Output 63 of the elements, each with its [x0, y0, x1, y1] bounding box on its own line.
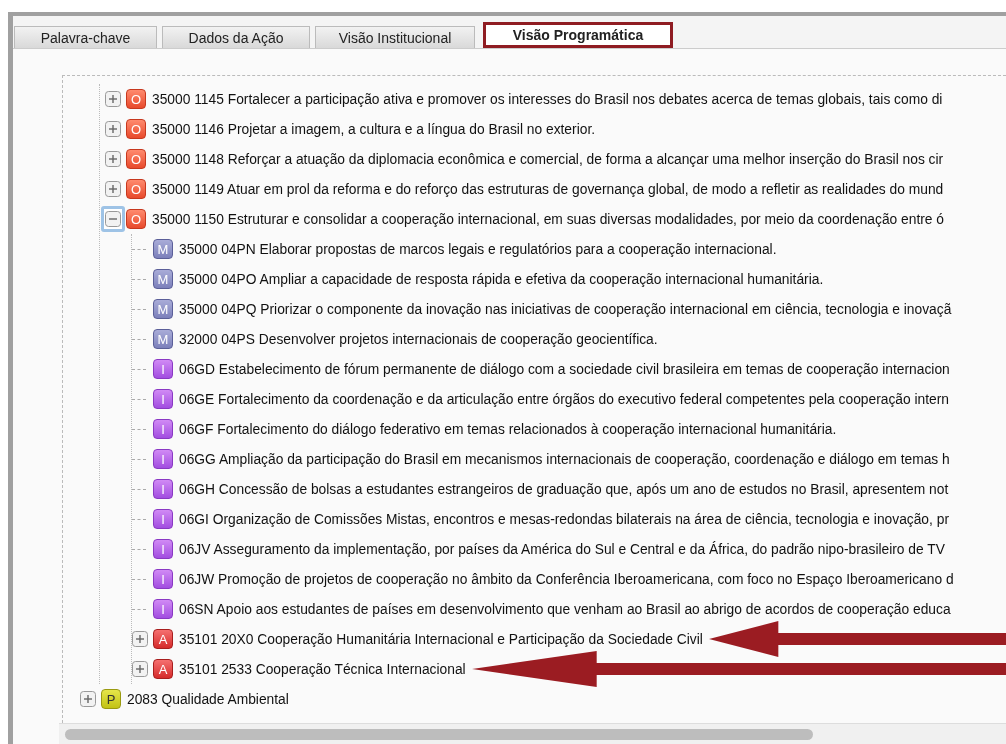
tree-item-label[interactable]: 06GD Estabelecimento de fórum permanente de diálogo com a sociedade civil brasileira em temas de cooperação internacion	[179, 361, 950, 377]
tree-toggle[interactable]	[105, 121, 121, 137]
tree-item-label[interactable]: 06GE Fortalecimento da coordenação e da articulação entre órgãos do executivo federal competentes pela cooperação intern	[179, 391, 950, 407]
type-badge: I	[153, 569, 173, 589]
tree-item-label[interactable]: 32000 04PS Desenvolver projetos internacionais de cooperação geocientífica.	[179, 331, 658, 347]
type-badge: M	[153, 239, 173, 259]
type-badge: I	[153, 479, 173, 499]
tab[interactable]: Dados da Ação	[162, 26, 310, 48]
type-badge: M	[153, 269, 173, 289]
expand-icon	[80, 691, 96, 707]
type-badge: O	[126, 209, 146, 229]
type-badge: I	[153, 509, 173, 529]
tree-item-label[interactable]: 35000 1149 Atuar em prol da reforma e do reforço das estruturas de governança global, de modo a refletir as realidades do mund	[152, 181, 944, 197]
tree-item-label[interactable]: 06GH Concessão de bolsas a estudantes estrangeiros de graduação que, após um ano de estudos no Brasil, apresentem not	[179, 481, 949, 497]
type-badge: A	[153, 629, 173, 649]
type-badge: I	[153, 599, 173, 619]
expand-icon	[105, 151, 121, 167]
tree-item-label[interactable]: 35101 20X0 Cooperação Humanitária Internacional e Participação da Sociedade Civil	[179, 631, 703, 647]
type-badge: M	[153, 299, 173, 319]
tree-item-label[interactable]: 35000 04PN Elaborar propostas de marcos legais e regulatórios para a cooperação internacional.	[179, 241, 777, 257]
collapse-icon	[105, 211, 121, 227]
tree-toggle[interactable]	[105, 181, 121, 197]
tree-item-label[interactable]: 06GG Ampliação da participação do Brasil em mecanismos internacionais de cooperação, coordenação e diálogo em temas h	[179, 451, 950, 467]
type-badge: O	[126, 119, 146, 139]
tab[interactable]: Visão Programática	[483, 22, 673, 48]
type-badge: P	[101, 689, 121, 709]
tree-item-label[interactable]: 2083 Qualidade Ambiental	[127, 691, 289, 707]
tree-toggle[interactable]	[80, 691, 96, 707]
type-badge: O	[126, 179, 146, 199]
tab[interactable]: Palavra-chave	[14, 26, 157, 48]
horizontal-scrollbar[interactable]	[59, 723, 1006, 744]
tree-item-label[interactable]: 06GI Organização de Comissões Mistas, encontros e mesas-redondas bilaterais na área de ciência, tecnologia e inovação, pr	[179, 511, 949, 527]
tree-item-label[interactable]: 35000 04PO Ampliar a capacidade de resposta rápida e efetiva da cooperação internacional humanitária.	[179, 271, 824, 287]
tab[interactable]: Visão Institucional	[315, 26, 475, 48]
tree-toggle[interactable]	[132, 631, 148, 647]
expand-icon	[132, 631, 148, 647]
expand-icon	[132, 661, 148, 677]
type-badge: M	[153, 329, 173, 349]
type-badge: I	[153, 449, 173, 469]
type-badge: I	[153, 389, 173, 409]
type-badge: I	[153, 359, 173, 379]
tree-toggle[interactable]	[101, 206, 125, 232]
tree-item-label[interactable]: 06JW Promoção de projetos de cooperação no âmbito da Conferência Iberoamericana, com foco no Espaço Iberoamericano d	[179, 571, 954, 587]
tree-toggle[interactable]	[105, 91, 121, 107]
tree-item-label[interactable]: 35000 1145 Fortalecer a participação ativa e promover os interesses do Brasil nos debates acerca de temas globais, tais como di	[152, 91, 943, 107]
type-badge: I	[153, 419, 173, 439]
tree-item-label[interactable]: 35000 1148 Reforçar a atuação da diplomacia econômica e comercial, de forma a alcançar uma melhor inserção do Brasil nos cir	[152, 151, 944, 167]
tree-toggle[interactable]	[105, 151, 121, 167]
tree-item-label[interactable]: 35000 1150 Estruturar e consolidar a cooperação internacional, em suas diversas modalidades, por meio da coordenação entre ó	[152, 211, 944, 227]
expand-icon	[105, 181, 121, 197]
tree-item-label[interactable]: 06GF Fortalecimento do diálogo federativo em temas relacionados à cooperação internacional humanitária.	[179, 421, 837, 437]
tree-item-label[interactable]: 35101 2533 Cooperação Técnica Internacional	[179, 661, 466, 677]
tree-toggle[interactable]	[132, 661, 148, 677]
type-badge: O	[126, 89, 146, 109]
tree-item-label[interactable]: 35000 04PQ Priorizar o componente da inovação nas iniciativas de cooperação internacional em ciência, tecnologia e inovaçã	[179, 301, 952, 317]
tree-item-label[interactable]: 06SN Apoio aos estudantes de países em desenvolvimento que venham ao Brasil ao abrigo de acordos de cooperação educa	[179, 601, 951, 617]
tree-item-label[interactable]: 06JV Asseguramento da implementação, por países da América do Sul e Central e da África, do padrão nipo-brasileiro de TV	[179, 541, 945, 557]
type-badge: O	[126, 149, 146, 169]
expand-icon	[105, 91, 121, 107]
tree-item-label[interactable]: 35000 1146 Projetar a imagem, a cultura e a língua do Brasil no exterior.	[152, 121, 596, 137]
expand-icon	[105, 121, 121, 137]
type-badge: A	[153, 659, 173, 679]
type-badge: I	[153, 539, 173, 559]
